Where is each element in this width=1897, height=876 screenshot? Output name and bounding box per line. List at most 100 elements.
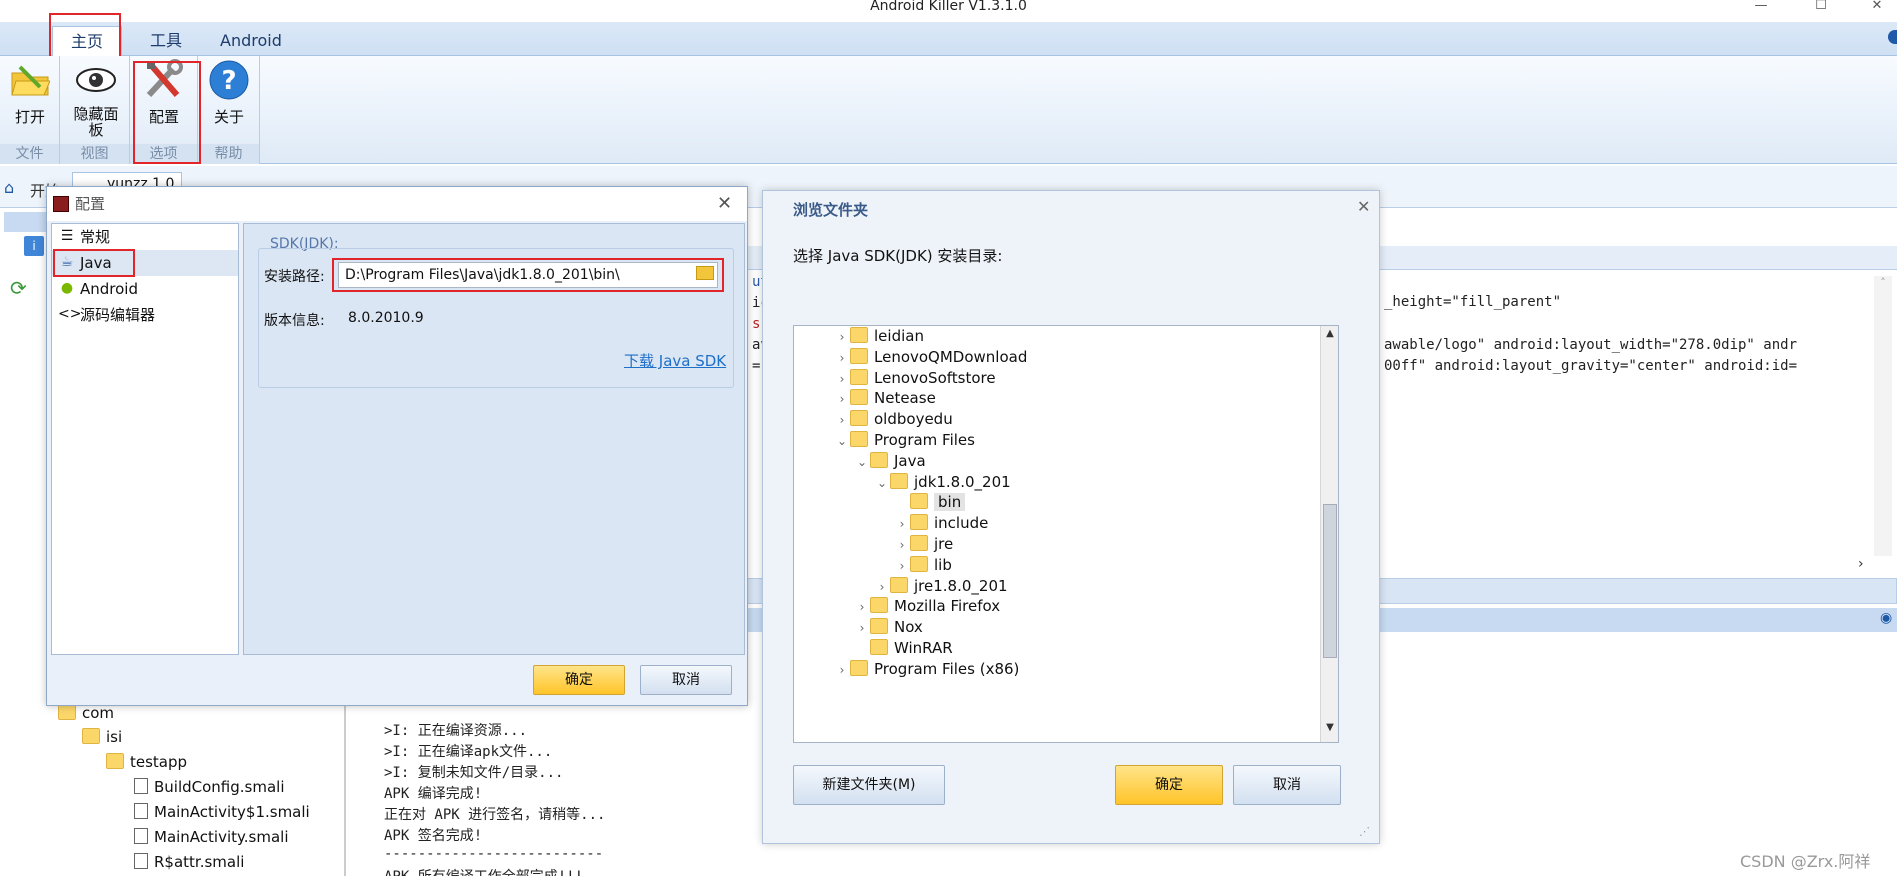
folder-icon (890, 576, 908, 593)
folder-label: Java (894, 451, 926, 470)
resize-grip-icon[interactable]: ⋰ (1359, 825, 1370, 838)
file-icon (134, 828, 148, 844)
eye-small-icon[interactable]: ◉ (1880, 610, 1892, 626)
tree-label: testapp (130, 753, 188, 771)
panel-info-icon[interactable]: i (24, 236, 44, 256)
config-dialog: 配置 ✕ ☰ 常规 ☕ Java ● Android <> 源码编辑器 SDK(JDK)… (46, 186, 748, 706)
folder-icon (870, 597, 888, 614)
folder-icon (910, 555, 928, 572)
version-label: 版本信息: (264, 313, 325, 329)
folder-label: WinRAR (894, 639, 953, 657)
tree-row-mainactivity[interactable]: MainActivity.smali (134, 828, 289, 846)
refresh-icon[interactable]: ⟳ (10, 276, 27, 300)
maximize-button[interactable]: ☐ (1806, 0, 1836, 14)
tree-row-isi[interactable]: isi (82, 728, 122, 746)
log-line: >I: 正在编译apk文件... (384, 744, 553, 760)
file-icon (134, 853, 148, 869)
help-dot-icon[interactable] (1888, 30, 1897, 44)
highlight-java-nav (53, 249, 135, 277)
log-line: APK 签名完成! (384, 828, 483, 844)
tree-row-testapp[interactable]: testapp (106, 753, 187, 771)
tree-row-buildconfig[interactable]: BuildConfig.smali (134, 778, 285, 796)
code-line: 00ff" android:layout_gravity="center" an… (1384, 358, 1798, 374)
log-line: 正在对 APK 进行签名，请稍等... (384, 807, 606, 823)
folder-icon (850, 347, 868, 364)
file-icon (134, 778, 148, 794)
folder-label: leidian (874, 327, 924, 345)
close-window-button[interactable]: ✕ (1862, 0, 1892, 14)
folder-label: Program Files (x86) (874, 659, 1020, 678)
folder-icon (870, 618, 888, 635)
chevron-down-icon[interactable]: ⌄ (854, 450, 870, 474)
about-button[interactable]: ? 关于 (204, 58, 254, 127)
folder-label: Nox (894, 618, 923, 637)
window-title: Android Killer V1.3.1.0 (870, 0, 1027, 14)
chevron-down-icon[interactable]: ⌄ (874, 471, 890, 495)
close-icon[interactable]: ✕ (717, 193, 732, 214)
config-dialog-title: 配置 (75, 195, 106, 213)
tree-label: R$attr.smali (154, 853, 245, 871)
tree-row-com[interactable]: com (58, 704, 114, 722)
scroll-right-icon[interactable]: › (1858, 556, 1864, 572)
config-nav: ☰ 常规 ☕ Java ● Android <> 源码编辑器 (51, 223, 239, 655)
download-java-sdk-link[interactable]: 下载 Java SDK (624, 350, 726, 371)
folder-tree-scrollbar[interactable]: ▲ ▼ (1320, 326, 1338, 742)
nav-source-editor[interactable]: <> 源码编辑器 (52, 302, 238, 328)
code-line: awable/logo" android:layout_width="278.0… (1384, 337, 1798, 353)
group-help-caption: 帮助 (198, 144, 259, 164)
scroll-down-icon[interactable]: ▼ (1323, 722, 1337, 738)
chevron-down-icon[interactable]: ⌄ (834, 429, 850, 453)
ribbon (0, 56, 1897, 164)
chevron-right-icon[interactable]: › (834, 658, 850, 682)
folder-icon (850, 431, 868, 447)
editor-scrollbar[interactable]: ˄ (1874, 276, 1892, 556)
home-icon[interactable]: ⌂ (4, 178, 14, 197)
new-folder-button[interactable]: 新建文件夹(M) (793, 765, 945, 805)
folder-label: LenovoQMDownload (874, 347, 1028, 366)
config-ok-button[interactable]: 确定 (533, 665, 625, 695)
svg-text:?: ? (221, 66, 236, 96)
minimize-button[interactable]: — (1746, 0, 1776, 14)
tree-row-mainactivity1[interactable]: MainActivity$1.smali (134, 803, 310, 821)
hide-panel-label: 隐藏面 板 (73, 105, 119, 139)
code-icon: <> (58, 306, 82, 322)
tab-android[interactable]: Android (202, 26, 300, 56)
tab-tools[interactable]: 工具 (132, 26, 200, 56)
open-button[interactable]: 打开 (6, 58, 54, 127)
scroll-thumb[interactable] (1323, 504, 1337, 658)
folder-icon (850, 659, 868, 676)
group-view-caption: 视图 (60, 144, 129, 164)
browse-prompt: 选择 Java SDK(JDK) 安装目录: (793, 247, 1003, 265)
folder-label: jdk1.8.0_201 (914, 472, 1011, 491)
scroll-up-icon[interactable]: ▲ (1323, 328, 1337, 344)
folder-tree-item[interactable]: › Program Files (x86) (834, 657, 1019, 681)
folder-icon (82, 728, 100, 744)
close-icon[interactable]: ✕ (1357, 197, 1370, 216)
config-cancel-button[interactable]: 取消 (640, 665, 732, 695)
folder-icon (910, 514, 928, 531)
path-label: 安装路径: (264, 269, 325, 285)
folder-icon (850, 410, 868, 427)
code-line: _height="fill_parent" (1384, 294, 1562, 310)
folder-label: Program Files (874, 431, 975, 449)
tree-label: MainActivity.smali (154, 828, 289, 846)
browse-ok-button[interactable]: 确定 (1115, 765, 1223, 805)
java-settings-panel: SDK(JDK): 安装路径: D:\Program Files\Java\jd… (243, 223, 745, 655)
folder-label: lib (934, 555, 952, 574)
browse-cancel-button[interactable]: 取消 (1233, 765, 1341, 805)
folder-icon (850, 368, 868, 385)
folder-tree[interactable]: › leidian › LenovoQMDownload › LenovoSoftstor… (793, 325, 1339, 743)
eye-icon (74, 58, 118, 102)
folder-icon (910, 493, 928, 510)
folder-label: oldboyedu (874, 410, 953, 429)
highlight-path-field (332, 258, 724, 292)
nav-android[interactable]: ● Android (52, 276, 238, 302)
hide-panel-button[interactable]: 隐藏面 板 (66, 58, 126, 138)
log-line: >I: 复制未知文件/目录... (384, 765, 564, 781)
open-folder-icon (8, 58, 52, 102)
nav-general[interactable]: ☰ 常规 (52, 224, 238, 250)
tree-row-rattr[interactable]: R$attr.smali (134, 853, 244, 871)
version-value: 8.0.2010.9 (348, 310, 424, 326)
folder-icon (106, 753, 124, 769)
browse-folder-dialog: 浏览文件夹 ✕ 选择 Java SDK(JDK) 安装目录: › leidian ›… (762, 190, 1380, 844)
